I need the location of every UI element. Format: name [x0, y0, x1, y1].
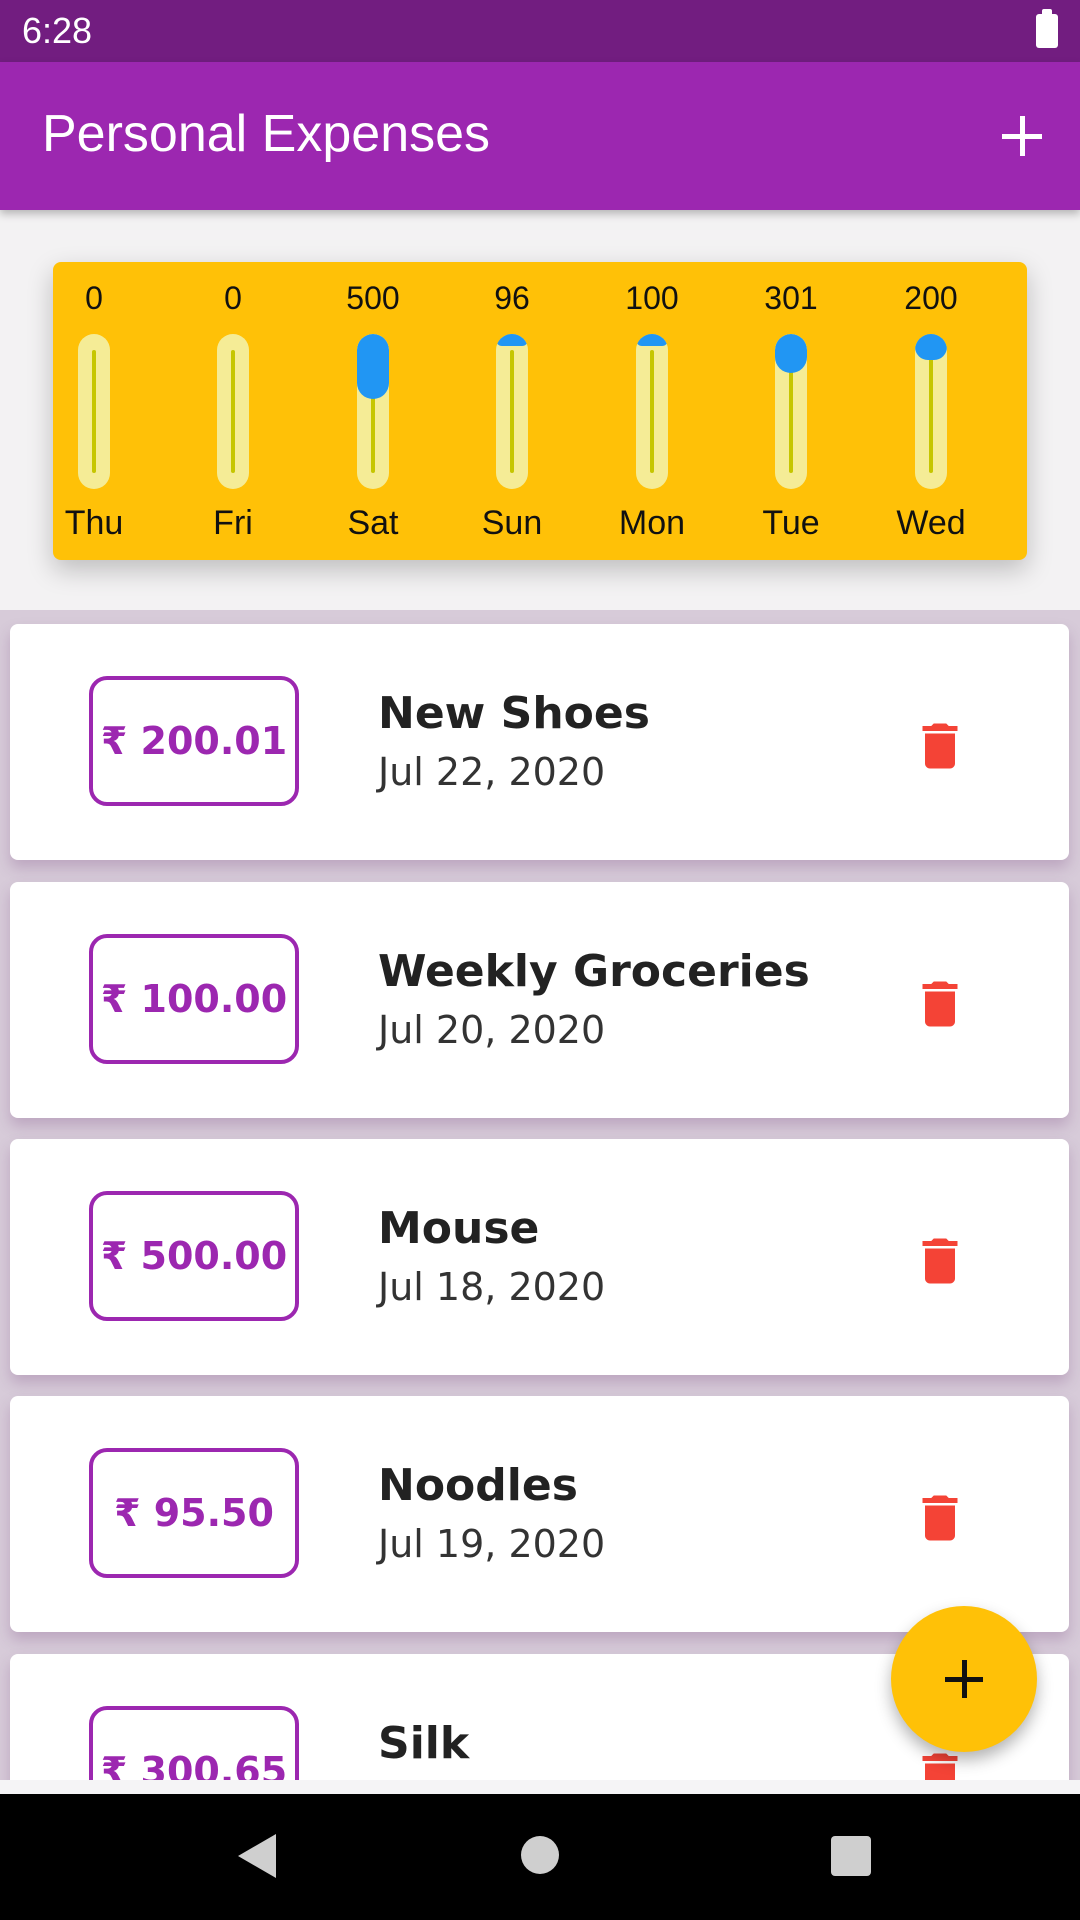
chart-bar-day-label: Sun	[481, 504, 543, 542]
chart-bar-amount: 0	[85, 280, 103, 316]
navigation-bar	[0, 1794, 1080, 1920]
transaction-amount: ₹ 95.50	[89, 1448, 299, 1578]
chart-bar-track	[915, 334, 947, 489]
recents-icon[interactable]	[831, 1836, 871, 1876]
trash-icon	[922, 981, 958, 1027]
chart-bar-amount: 200	[904, 280, 958, 316]
chart-bar-track	[357, 334, 389, 489]
transaction-date: Jul 20, 2020	[378, 1008, 606, 1052]
battery-icon	[1036, 9, 1058, 48]
chart-bar-fill	[915, 334, 947, 360]
chart-bar-amount: 100	[625, 280, 679, 316]
delete-button[interactable]	[910, 1488, 970, 1548]
transaction-title: Weekly Groceries	[378, 946, 810, 997]
chart-area: 0 Thu 0 Fri 500 Sat 96 Sun 100 Mon 301 Tue 200 Wed	[0, 210, 1080, 610]
transaction-date: Jul 22, 2020	[378, 750, 606, 794]
app-screen: 6:28 Personal Expenses 0 Thu 0 Fri 500 Sat 96 S…	[0, 0, 1080, 1920]
chart-bar-track	[78, 334, 110, 489]
transaction-title: Mouse	[378, 1203, 540, 1254]
transaction-amount: ₹ 500.00	[89, 1191, 299, 1321]
chart-bar-day-label: Tue	[762, 504, 820, 542]
chart-bar-sun: 96 Sun	[462, 262, 562, 560]
trash-icon	[922, 1495, 958, 1541]
app-title: Personal Expenses	[42, 105, 491, 163]
chart-bar-wed: 200 Wed	[881, 262, 981, 560]
chart-bar-amount: 96	[494, 280, 530, 316]
home-icon[interactable]	[521, 1836, 559, 1874]
transaction-title: Silk	[378, 1718, 470, 1769]
chart-bar-day-label: Thu	[64, 504, 124, 542]
transaction-amount: ₹ 100.00	[89, 934, 299, 1064]
chart-bar-track	[217, 334, 249, 489]
app-bar: Personal Expenses	[0, 62, 1080, 210]
chart-bar-fill	[357, 334, 389, 399]
add-transaction-fab[interactable]	[891, 1606, 1037, 1752]
chart-bar-day-label: Wed	[896, 504, 966, 542]
trash-icon	[922, 1238, 958, 1284]
chart-bar-track	[775, 334, 807, 489]
chart-bar-fill	[775, 334, 807, 373]
transaction-title: New Shoes	[378, 688, 650, 739]
chart-bar-fill	[496, 334, 528, 346]
transaction-date: Jul 18, 2020	[378, 1265, 606, 1309]
chart-bar-fri: 0 Fri	[183, 262, 283, 560]
chart-bar-track	[636, 334, 668, 489]
chart-bar-amount: 301	[764, 280, 818, 316]
chart-bar-amount: 0	[224, 280, 242, 316]
transaction-amount: ₹ 300.65	[89, 1706, 299, 1780]
weekly-chart: 0 Thu 0 Fri 500 Sat 96 Sun 100 Mon 301 Tue 200 Wed	[53, 262, 1027, 560]
chart-bar-mon: 100 Mon	[602, 262, 702, 560]
back-icon[interactable]	[238, 1834, 276, 1878]
chart-bar-sat: 500 Sat	[323, 262, 423, 560]
transaction-card[interactable]: ₹ 95.50 Noodles Jul 19, 2020	[10, 1396, 1069, 1632]
chart-bar-day-label: Sat	[347, 504, 399, 542]
transaction-card[interactable]: ₹ 100.00 Weekly Groceries Jul 20, 2020	[10, 882, 1069, 1118]
add-transaction-icon[interactable]	[984, 98, 1060, 174]
chart-bar-day-label: Mon	[618, 504, 686, 542]
status-bar: 6:28	[0, 0, 1080, 62]
transaction-amount: ₹ 200.01	[89, 676, 299, 806]
chart-bar-amount: 500	[346, 280, 400, 316]
chart-bar-day-label: Fri	[213, 504, 253, 542]
chart-bar-tue: 301 Tue	[741, 262, 841, 560]
delete-button[interactable]	[910, 1231, 970, 1291]
transaction-list[interactable]: ₹ 200.01 New Shoes Jul 22, 2020 ₹ 100.00 Wee…	[0, 610, 1080, 1780]
chart-bar-track	[496, 334, 528, 489]
trash-icon	[922, 723, 958, 769]
transaction-card[interactable]: ₹ 200.01 New Shoes Jul 22, 2020	[10, 624, 1069, 860]
chart-bar-thu: 0 Thu	[44, 262, 144, 560]
delete-button[interactable]	[910, 974, 970, 1034]
transaction-date: Jul 19, 2020	[378, 1522, 606, 1566]
chart-bar-fill	[636, 334, 668, 346]
status-time: 6:28	[22, 10, 93, 51]
delete-button[interactable]	[910, 716, 970, 776]
transaction-card[interactable]: ₹ 500.00 Mouse Jul 18, 2020	[10, 1139, 1069, 1375]
transaction-title: Noodles	[378, 1460, 578, 1511]
